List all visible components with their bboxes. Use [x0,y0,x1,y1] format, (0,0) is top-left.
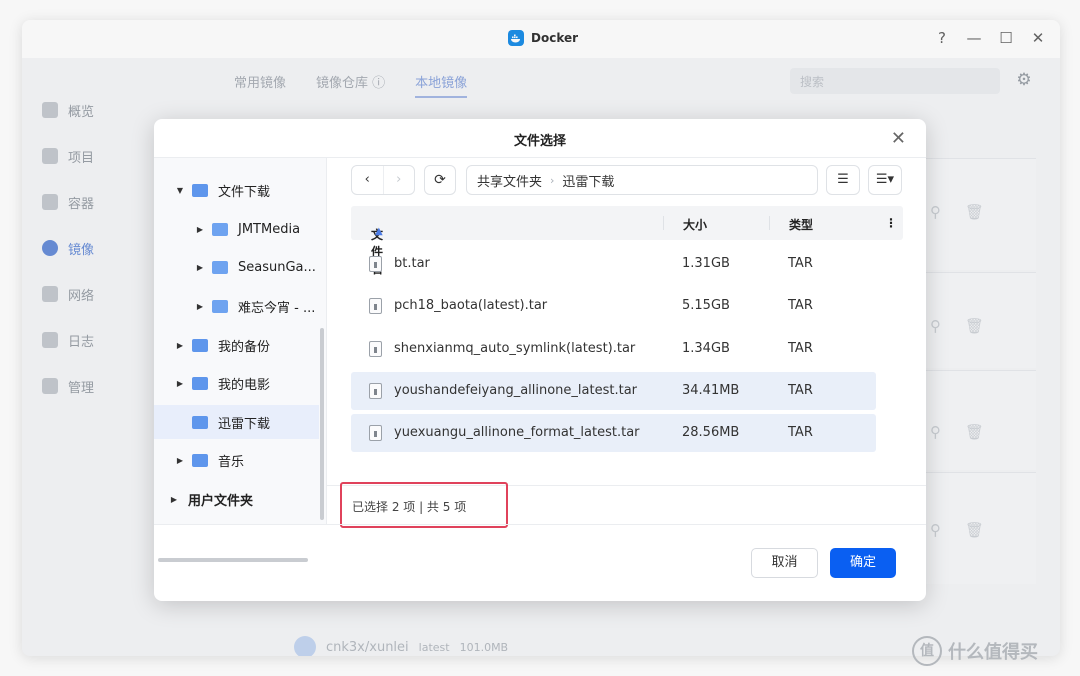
expand-arrow-icon[interactable]: ▶ [168,495,180,504]
archive-file-icon [369,425,382,441]
expand-arrow-icon[interactable]: ▶ [174,379,186,388]
forward-button[interactable]: › [382,166,415,194]
sort-menu-button[interactable]: ☰▾ [868,165,902,195]
dialog-title: 文件选择 [513,134,566,149]
folder-tree: ▼ 文件下载 ▶ JMTMedia ▶ SeasunGa... ▶ 难忘今宵 - ...… [154,158,327,562]
tree-item-label: 我的电影 [218,377,271,393]
column-more-icon[interactable]: ⋮ [885,216,897,230]
file-size: 1.31GB [682,256,730,271]
file-name: youshandefeiyang_allinone_latest.tar [394,383,638,398]
shared-folder-icon [192,415,208,429]
tree-item-label: 用户文件夹 [188,493,254,509]
file-size: 1.34GB [682,341,730,356]
expand-arrow-icon[interactable]: ▼ [174,186,186,195]
tree-item-my-movies[interactable]: ▶ 我的电影 [154,366,319,400]
file-type: TAR [788,256,813,271]
tree-item-label: SeasunGa... [238,259,316,275]
file-size: 34.41MB [682,383,740,398]
expand-arrow-icon[interactable]: ▶ [194,302,206,311]
file-row-selected[interactable]: yuexuangu_allinone_format_latest.tar 28.… [351,414,876,452]
tree-item-user-folders[interactable]: ▶ 用户文件夹 [154,482,319,516]
highlight-box [340,482,508,528]
column-divider [769,216,770,230]
watermark: 值 什么值得买 [912,636,1038,666]
file-type: TAR [788,383,813,398]
cancel-button[interactable]: 取消 [751,548,818,578]
folder-icon [212,260,228,274]
breadcrumb-shared-folders[interactable]: 共享文件夹 [477,171,542,190]
archive-file-icon [369,298,382,314]
watermark-logo: 值 [912,636,942,666]
file-name: bt.tar [394,256,430,271]
tree-item-jmtmedia[interactable]: ▶ JMTMedia [154,212,319,246]
tree-item-label: 音乐 [218,454,245,470]
folder-icon [212,299,228,313]
watermark-text: 什么值得买 [948,642,1038,663]
tree-item-file-download[interactable]: ▼ 文件下载 [154,173,319,207]
file-list-header: 文件名▲ 大小 类型 ⋮ [351,206,903,276]
breadcrumb-xunlei-download[interactable]: 迅雷下载 [562,171,614,190]
file-type: TAR [788,425,813,440]
tree-item-xunlei-download[interactable]: 迅雷下载 [154,405,319,439]
tree-item-label: 难忘今宵 - ... [238,300,316,316]
music-folder-icon [192,453,208,467]
file-row[interactable]: bt.tar 1.31GB TAR [351,245,876,283]
archive-file-icon [369,256,382,272]
tree-item-label: 我的备份 [218,339,271,355]
tree-item-my-backup[interactable]: ▶ 我的备份 [154,328,319,362]
tree-horizontal-scrollbar[interactable] [158,558,308,562]
column-divider [663,216,664,230]
refresh-button[interactable]: ⟳ [424,165,456,195]
file-row-selected[interactable]: youshandefeiyang_allinone_latest.tar 34.… [351,372,876,410]
file-select-dialog: 文件选择 ✕ ▼ 文件下载 ▶ JMTMedia ▶ SeasunGa... ▶ 难忘今… [154,119,926,601]
breadcrumb: 共享文件夹 › 迅雷下载 [466,165,818,195]
expand-arrow-icon[interactable]: ▶ [174,341,186,350]
tree-item-music[interactable]: ▶ 音乐 [154,443,319,477]
tree-item-nanwangjinxiao[interactable]: ▶ 难忘今宵 - ... [154,289,319,323]
file-row[interactable]: shenxianmq_auto_symlink(latest).tar 1.34… [351,330,876,368]
archive-file-icon [369,341,382,357]
tree-item-seasunga[interactable]: ▶ SeasunGa... [154,250,319,284]
list-view-button[interactable]: ☰ [826,165,860,195]
history-nav: ‹ › [351,165,415,195]
file-size: 5.15GB [682,298,730,313]
chevron-right-icon: › [550,173,555,187]
file-type: TAR [788,341,813,356]
column-header-type[interactable]: 类型 [789,216,813,233]
expand-arrow-icon[interactable]: ▶ [194,263,206,272]
confirm-button[interactable]: 确定 [830,548,896,578]
expand-arrow-icon[interactable]: ▶ [174,456,186,465]
file-row[interactable]: pch18_baota(latest).tar 5.15GB TAR [351,287,876,325]
file-name: shenxianmq_auto_symlink(latest).tar [394,341,636,356]
shared-folder-icon [192,338,208,352]
back-button[interactable]: ‹ [352,166,383,194]
archive-file-icon [369,383,382,399]
file-name: pch18_baota(latest).tar [394,298,548,313]
expand-arrow-icon[interactable]: ▶ [194,225,206,234]
divider [154,524,926,525]
tree-item-label: JMTMedia [238,221,301,237]
tree-item-label: 迅雷下载 [218,416,271,432]
column-header-size[interactable]: 大小 [683,216,707,233]
shared-folder-icon [192,183,208,197]
file-type: TAR [788,298,813,313]
close-icon[interactable]: ✕ [891,128,906,149]
file-size: 28.56MB [682,425,740,440]
sort-asc-icon: ▲ [375,226,383,237]
tree-item-label: 文件下载 [218,184,271,200]
shared-folder-icon [192,376,208,390]
file-name: yuexuangu_allinone_format_latest.tar [394,425,640,440]
tree-scrollbar[interactable] [320,328,324,520]
folder-icon [212,222,228,236]
